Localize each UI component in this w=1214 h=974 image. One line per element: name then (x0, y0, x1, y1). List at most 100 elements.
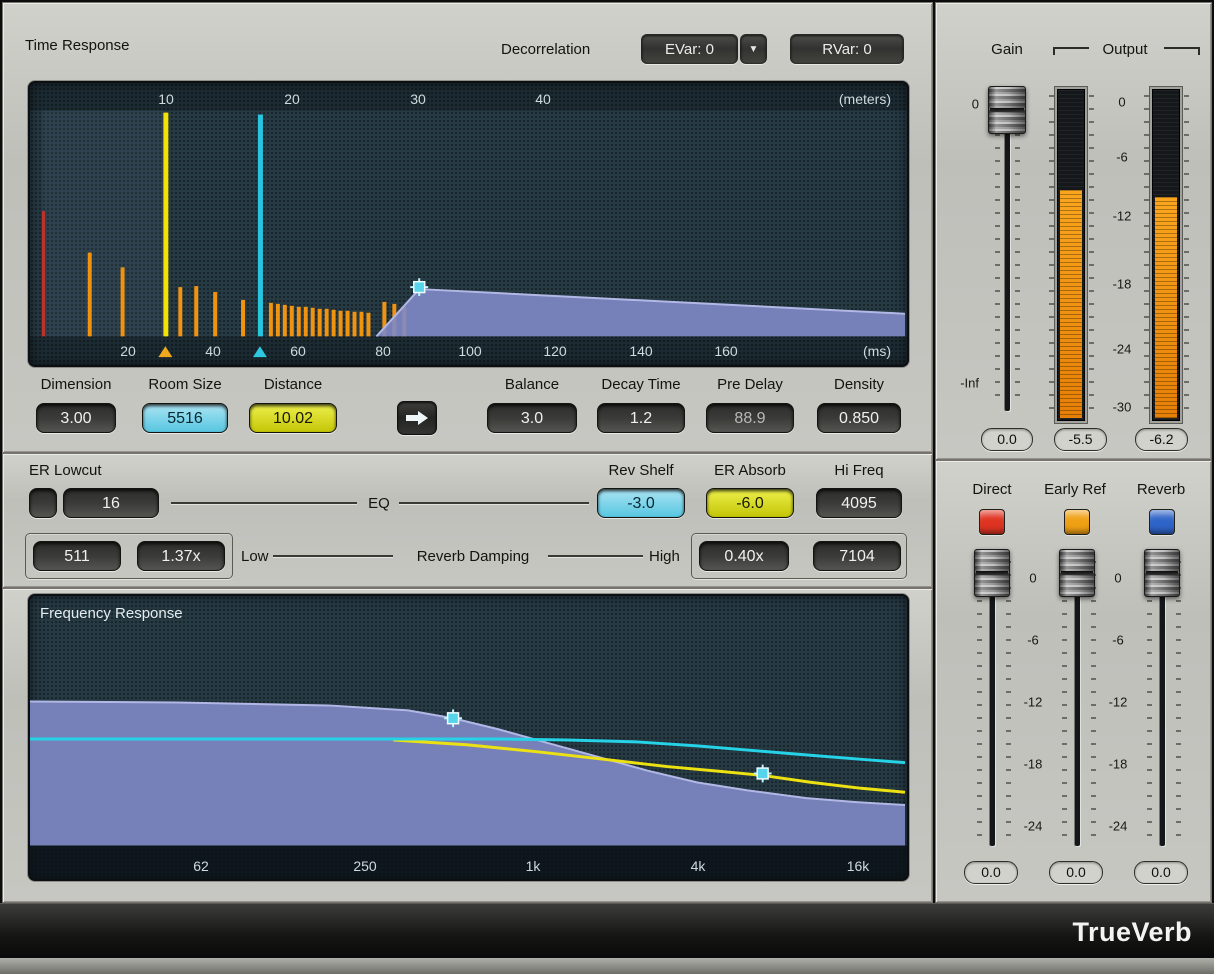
tick-label: 250 (353, 858, 376, 874)
er-lowcut-toggle[interactable] (29, 488, 57, 518)
freq-scale: 622501k4k16k (30, 858, 907, 876)
reverb-damping-label: Reverb Damping (417, 548, 530, 565)
reflection-bar (269, 303, 273, 337)
early-ref-fader-track[interactable] (1075, 556, 1080, 846)
pre-delay-value[interactable]: 88.9 (706, 403, 794, 433)
distance-label: Distance (264, 376, 322, 393)
tick-label: 4k (691, 858, 706, 874)
reflection-bar (290, 306, 294, 337)
gain-fader-track[interactable] (1005, 89, 1010, 411)
room-size-label: Room Size (148, 376, 221, 393)
hi-freq-value[interactable]: 4095 (816, 488, 902, 518)
rev-shelf-value[interactable]: -3.0 (597, 488, 685, 518)
bottom-bar-dark (0, 903, 1214, 958)
direct-value[interactable]: 0.0 (964, 861, 1018, 884)
reverb-value[interactable]: 0.0 (1134, 861, 1188, 884)
reflection-bar (353, 312, 357, 337)
tick-label: -18 (1100, 277, 1144, 292)
balance-value[interactable]: 3.0 (487, 403, 577, 433)
tick-label: 100 (458, 343, 481, 359)
meters-scale: 10203040 (30, 91, 907, 109)
damping-high-ratio-value[interactable]: 0.40x (699, 541, 789, 571)
tick-label: -18 (1096, 757, 1140, 772)
mix-scale-2: 0-6-12-18-24 (1096, 461, 1140, 904)
decay-time-value[interactable]: 1.2 (597, 403, 685, 433)
output-meter-left-value[interactable]: -5.5 (1054, 428, 1107, 451)
direct-fader-track[interactable] (990, 556, 995, 846)
er-lowcut-value[interactable]: 16 (63, 488, 159, 518)
room-size-control: Room Size 5516 (142, 376, 228, 434)
early-ref-ticks-left (1062, 561, 1067, 843)
damping-high-freq-value[interactable]: 7104 (813, 541, 901, 571)
chevron-down-icon: ▼ (749, 44, 759, 55)
damping-divider-right (548, 555, 643, 557)
gain-scale: 0-Inf (938, 3, 982, 461)
gain-fader-handle[interactable] (988, 86, 1026, 134)
tick-label: 0 (1096, 571, 1140, 586)
early-ref-value[interactable]: 0.0 (1049, 861, 1103, 884)
er-absorb-label: ER Absorb (714, 462, 786, 479)
reflection-bar (304, 307, 308, 337)
eq-label: EQ (368, 495, 390, 512)
time-response-title: Time Response (25, 37, 130, 54)
tick-label: 0 (1100, 95, 1144, 110)
time-response-panel: Time Response Decorrelation EVar: 0 ▼ RV… (2, 2, 933, 453)
tick-label: -6 (1100, 150, 1144, 165)
reflection-bar (88, 253, 92, 337)
tick-label: 40 (205, 343, 221, 359)
tick-label: 16k (847, 858, 870, 874)
reflection-bar (283, 305, 287, 337)
eq-panel: ER Lowcut 16 EQ Rev Shelf -3.0 ER Absorb… (2, 453, 933, 588)
frequency-response-plot (30, 596, 907, 879)
link-arrow-button[interactable] (397, 401, 437, 435)
reflection-bar (213, 292, 217, 336)
output-meter-right-value[interactable]: -6.2 (1135, 428, 1188, 451)
frequency-response-graph: Frequency Response 622501k4k16k (28, 594, 909, 881)
tick-label: 160 (714, 343, 737, 359)
reflection-bar (276, 304, 280, 337)
rvar-button[interactable]: RVar: 0 (790, 34, 904, 64)
direct-fader-handle[interactable] (974, 549, 1010, 597)
early-ref-mute-button[interactable] (1064, 509, 1090, 535)
output-meter-scale: 0-6-12-18-24-30 (1100, 89, 1144, 421)
tick-label: -12 (1100, 209, 1144, 224)
tick-label: -24 (1100, 342, 1144, 357)
reflection-bar (366, 313, 370, 337)
reverb-mute-button[interactable] (1149, 509, 1175, 535)
tick-label: 0 (938, 97, 982, 112)
balance-label: Balance (505, 376, 559, 393)
direct-label: Direct (972, 481, 1011, 498)
damping-low-freq-value[interactable]: 511 (33, 541, 121, 571)
rvar-button-label: RVar: 0 (822, 41, 871, 58)
meter-right-ticks-inner (1144, 95, 1149, 415)
reflection-bar (194, 286, 198, 336)
reverb-ticks-left (1147, 561, 1152, 843)
decay-time-control: Decay Time 1.2 (597, 376, 685, 434)
distance-value[interactable]: 10.02 (249, 403, 337, 433)
tick-label: -24 (1096, 819, 1140, 834)
direct-mute-button[interactable] (979, 509, 1005, 535)
er-absorb-value[interactable]: -6.0 (706, 488, 794, 518)
freq-area (30, 702, 905, 846)
reflection-bar (258, 115, 263, 337)
tick-label: -6 (1096, 633, 1140, 648)
reverb-fader-track[interactable] (1160, 556, 1165, 846)
freq-handle-absorb[interactable] (754, 765, 772, 783)
gain-value[interactable]: 0.0 (981, 428, 1033, 451)
output-meter-left-fill (1060, 190, 1082, 418)
evar-dropdown-button[interactable]: ▼ (740, 34, 767, 64)
damping-low-ratio-value[interactable]: 1.37x (137, 541, 225, 571)
room-size-value[interactable]: 5516 (142, 403, 228, 433)
rev-shelf-label: Rev Shelf (608, 462, 673, 479)
damping-divider-left (273, 555, 393, 557)
reverb-fader-handle[interactable] (1144, 549, 1180, 597)
evar-button[interactable]: EVar: 0 (641, 34, 738, 64)
eq-divider-right (399, 502, 589, 504)
time-response-graph: 10203040 (meters) 20406080100120140160 (… (28, 81, 909, 367)
meter-left-ticks-outer (1049, 95, 1054, 415)
density-value[interactable]: 0.850 (817, 403, 901, 433)
time-response-plot (30, 83, 907, 365)
dimension-value[interactable]: 3.00 (36, 403, 116, 433)
bottom-bar-strip (0, 958, 1214, 974)
early-ref-fader-handle[interactable] (1059, 549, 1095, 597)
